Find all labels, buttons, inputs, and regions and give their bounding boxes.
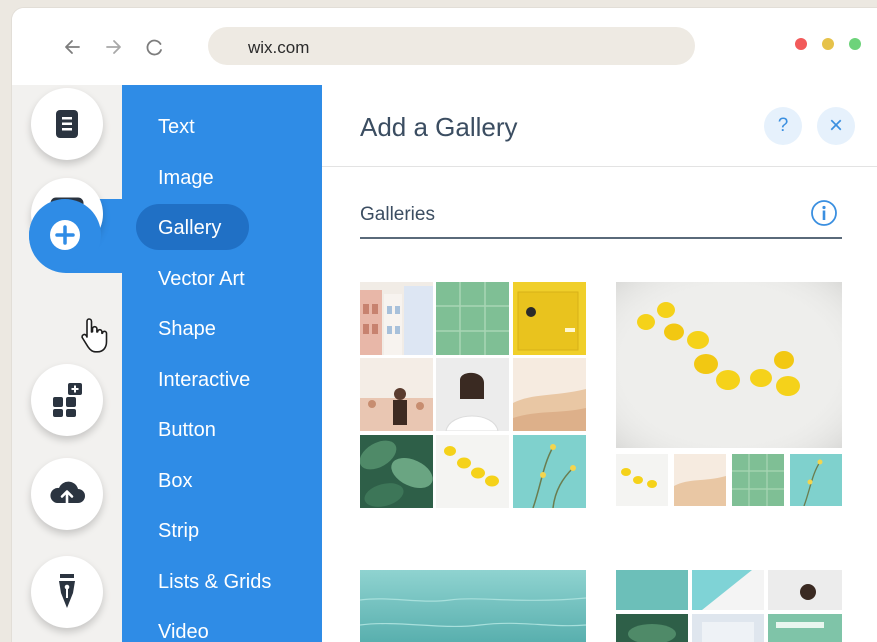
thumbnail-lemons-small — [436, 435, 509, 508]
back-button[interactable] — [62, 36, 84, 58]
blog-pen-icon — [59, 574, 75, 608]
add-tool-button[interactable] — [29, 199, 101, 271]
arrow-right-icon — [106, 40, 121, 54]
close-icon: × — [828, 112, 843, 139]
gallery-panel: Add a Gallery ? × Galleries — [322, 85, 877, 642]
strip-thumb-flowers — [790, 454, 842, 506]
menu-item-strip[interactable]: Strip — [158, 520, 199, 543]
gallery-preset-slider[interactable] — [616, 282, 842, 508]
pages-tool-button[interactable] — [31, 88, 103, 160]
window-dot-green[interactable] — [849, 38, 861, 50]
collage-thumb-card — [768, 614, 842, 642]
blog-tool-button[interactable] — [31, 556, 103, 628]
panel-header: Add a Gallery ? × — [322, 85, 877, 167]
strip-thumb-desert — [674, 454, 726, 506]
collage-thumb-building — [692, 614, 764, 642]
gallery-preset-collage[interactable] — [616, 570, 842, 642]
info-icon[interactable] — [810, 199, 838, 227]
menu-item-interactive[interactable]: Interactive — [158, 369, 250, 392]
section-divider — [360, 237, 842, 239]
collage-thumb-woman — [768, 570, 842, 610]
thumbnail-leaves — [360, 435, 433, 508]
help-button[interactable]: ? — [764, 107, 802, 145]
address-bar[interactable]: wix.com — [208, 27, 695, 65]
reload-icon — [146, 39, 162, 56]
add-panel-menu: Text Image Gallery Vector Art Shape Inte… — [122, 85, 322, 642]
menu-item-box[interactable]: Box — [158, 470, 192, 493]
upload-icon — [50, 481, 85, 507]
hand-cursor-icon — [81, 318, 108, 353]
gallery-preset-fullwidth[interactable] — [360, 570, 586, 642]
menu-item-video[interactable]: Video — [158, 621, 209, 642]
thumbnail-green-wall — [436, 282, 509, 355]
collage-thumb-leaves — [616, 614, 688, 642]
thumbnail-building — [360, 282, 433, 355]
menu-item-shape[interactable]: Shape — [158, 318, 216, 341]
close-button[interactable]: × — [817, 107, 855, 145]
collage-thumb-architecture — [692, 570, 764, 610]
apps-tool-button[interactable] — [31, 364, 103, 436]
thumbnail-woman — [436, 358, 509, 431]
menu-item-lists-grids[interactable]: Lists & Grids — [158, 571, 271, 594]
reload-button[interactable] — [144, 36, 166, 58]
apps-icon — [53, 383, 82, 417]
url-text: wix.com — [248, 38, 310, 57]
browser-toolbar: wix.com — [12, 8, 877, 85]
thumbnail-crowd — [360, 358, 433, 431]
menu-item-text[interactable]: Text — [158, 116, 195, 139]
window-dot-yellow[interactable] — [822, 38, 834, 50]
thumbnail-yellow-door — [513, 282, 586, 355]
forward-button[interactable] — [102, 36, 124, 58]
menu-item-gallery[interactable]: Gallery — [158, 217, 221, 240]
menu-item-image[interactable]: Image — [158, 167, 214, 190]
thumbnail-flowers-sky — [513, 435, 586, 508]
pages-icon — [56, 110, 78, 138]
strip-thumb-lemons — [616, 454, 668, 506]
window-dot-red[interactable] — [795, 38, 807, 50]
browser-window: wix.com Text Image Gallery Vector Art Sh… — [12, 8, 877, 642]
upload-tool-button[interactable] — [31, 458, 103, 530]
gallery-preset-grid[interactable] — [360, 282, 586, 508]
panel-title: Add a Gallery — [360, 112, 518, 142]
arrow-left-icon — [65, 40, 80, 54]
featured-lemons-image — [616, 282, 842, 448]
menu-item-button[interactable]: Button — [158, 419, 216, 442]
menu-item-vector-art[interactable]: Vector Art — [158, 268, 245, 291]
collage-thumb-sea — [616, 570, 688, 610]
strip-thumb-green-wall — [732, 454, 784, 506]
thumbnail-desert — [513, 358, 586, 431]
add-icon — [50, 220, 80, 250]
help-icon: ? — [777, 115, 789, 136]
section-title: Galleries — [360, 204, 435, 225]
